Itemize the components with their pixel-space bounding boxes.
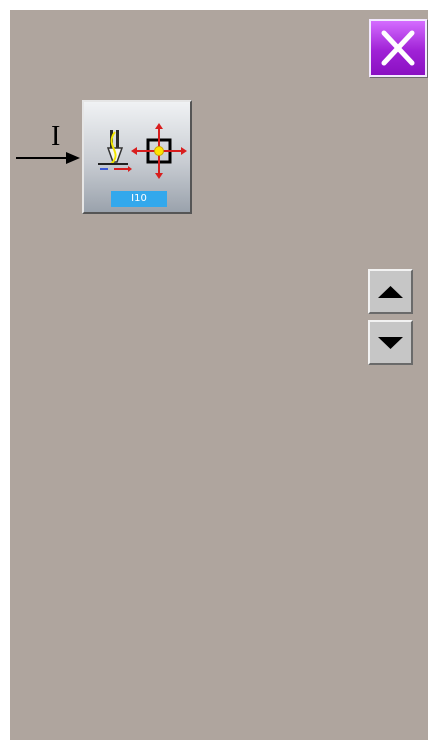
- needle-position-adjust-button[interactable]: I10: [82, 100, 192, 214]
- close-icon: [381, 30, 415, 66]
- close-button[interactable]: [369, 19, 427, 77]
- tile-code-label: I10: [111, 191, 167, 207]
- annotation-label: I: [51, 121, 61, 152]
- screen-panel: [10, 10, 428, 740]
- scroll-up-button[interactable]: [368, 269, 413, 314]
- triangle-up-icon: [378, 286, 403, 298]
- scroll-down-button[interactable]: [368, 320, 413, 365]
- triangle-down-icon: [378, 337, 403, 349]
- pointer-arrow-icon: [16, 152, 80, 164]
